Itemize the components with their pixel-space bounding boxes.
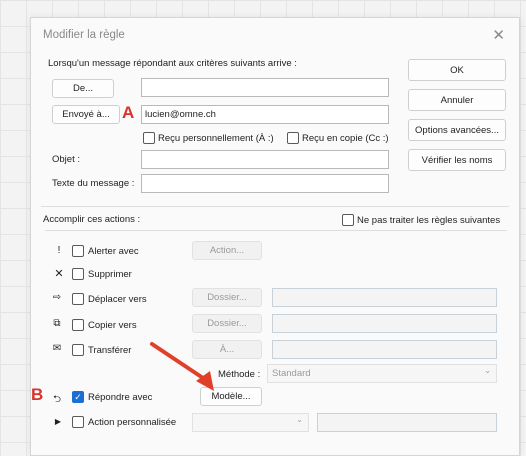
- arrow-shaft: [150, 342, 208, 382]
- annotation-arrow: [150, 342, 214, 391]
